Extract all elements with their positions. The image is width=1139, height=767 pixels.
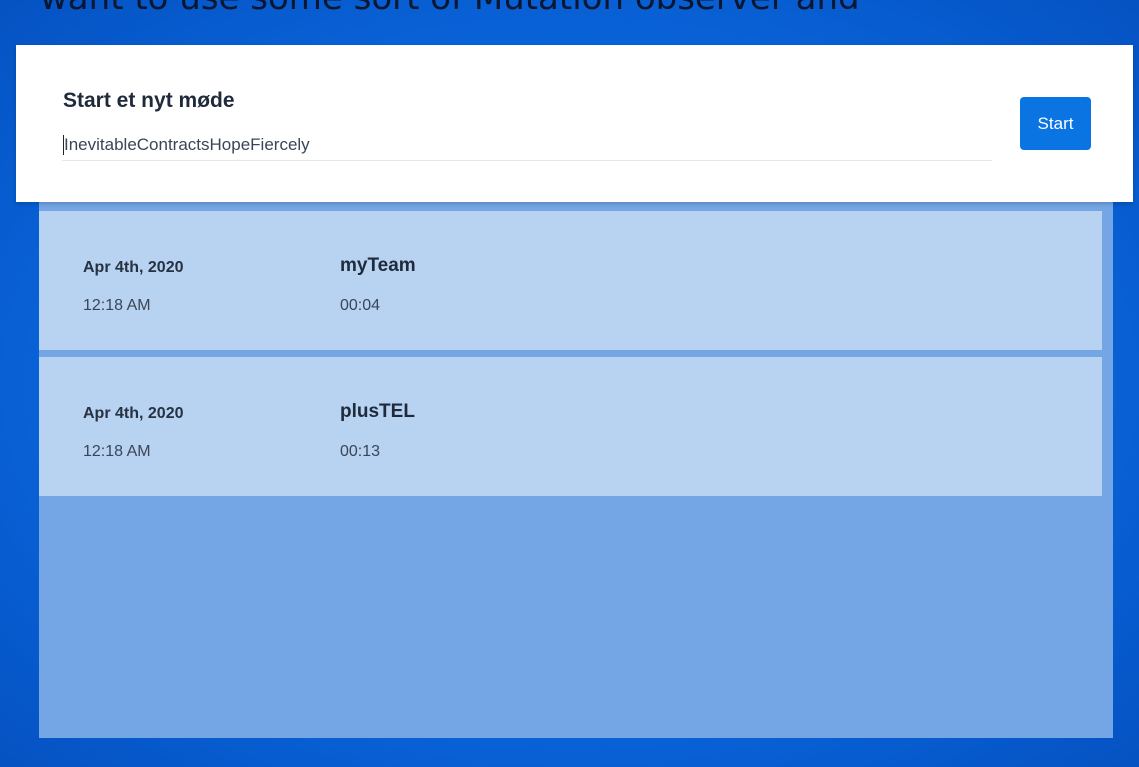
new-meeting-card: Start et nyt møde Start — [16, 45, 1133, 202]
new-meeting-title: Start et nyt møde — [63, 89, 235, 112]
text-cursor — [63, 135, 64, 155]
meeting-time: 12:18 AM — [83, 443, 151, 460]
meeting-date: Apr 4th, 2020 — [83, 259, 184, 276]
meeting-row[interactable]: Apr 4th, 2020 12:18 AM plusTEL 00:13 — [39, 357, 1102, 496]
meeting-duration: 00:04 — [340, 297, 381, 314]
meeting-name: plusTEL — [340, 401, 415, 422]
meeting-time: 12:18 AM — [83, 297, 151, 314]
meeting-name-input[interactable] — [62, 129, 992, 161]
background-page-text: want to use some sort of Mutation observ… — [40, 0, 860, 12]
meeting-duration: 00:13 — [340, 443, 381, 460]
start-button[interactable]: Start — [1020, 97, 1091, 150]
meeting-row[interactable]: Apr 4th, 2020 12:18 AM myTeam 00:04 — [39, 211, 1102, 350]
meeting-name: myTeam — [340, 255, 416, 276]
meeting-date: Apr 4th, 2020 — [83, 405, 184, 422]
